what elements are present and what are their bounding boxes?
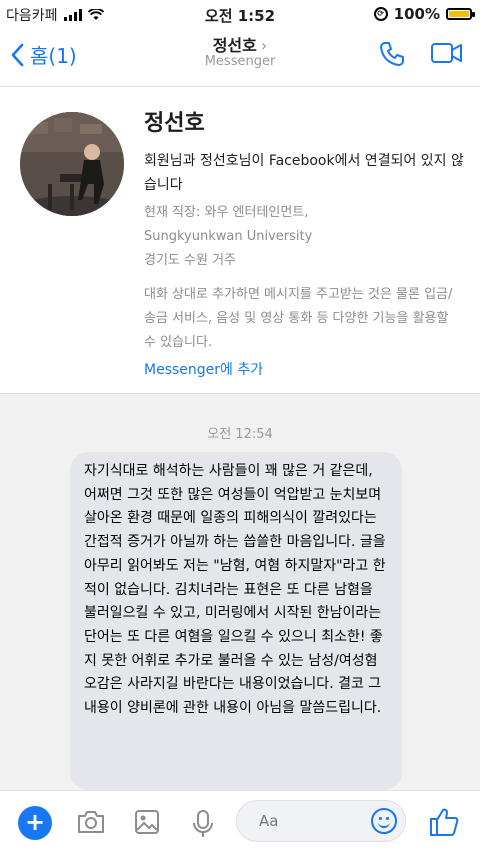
header-actions <box>378 40 464 68</box>
school-line: Sungkyunkwan University <box>144 229 313 244</box>
status-bar: 다음카페 오전 1:52 ⟳ 100% <box>0 0 480 28</box>
thumbs-up-icon[interactable] <box>428 807 460 837</box>
camera-icon[interactable] <box>76 809 106 835</box>
microphone-icon[interactable] <box>192 809 214 839</box>
plus-icon[interactable]: + <box>18 806 52 840</box>
composer-bar: + <box>0 790 480 855</box>
connection-status: 회원님과 정선호님이 Facebook에서 연결되어 있지 않습니다 <box>144 153 464 193</box>
video-camera-icon[interactable] <box>430 40 464 66</box>
chevron-right-icon: › <box>260 36 268 55</box>
battery-icon <box>446 8 475 20</box>
messenger-note: 대화 상대로 추가하면 메시지를 주고받는 것은 물론 입금/송금 서비스, 음… <box>144 287 453 350</box>
message-input[interactable] <box>257 811 361 831</box>
phone-icon[interactable] <box>378 40 406 68</box>
battery-fill <box>449 11 469 17</box>
workplace-line: 현재 직장: 와우 엔터테인먼트, <box>144 205 309 220</box>
image-icon[interactable] <box>134 809 160 835</box>
profile-name: 정선호 <box>144 111 205 136</box>
location-line: 경기도 수원 거주 <box>144 253 236 268</box>
profile-card: 정선호 회원님과 정선호님이 Facebook에서 연결되어 있지 않습니다 현… <box>0 87 480 394</box>
avatar[interactable] <box>20 112 124 216</box>
status-right: ⟳ 100% <box>373 5 475 23</box>
message-field[interactable] <box>236 800 406 842</box>
contact-name: 정선호 <box>212 36 257 55</box>
conversation-header: 홈(1) 정선호 › Messenger <box>0 28 480 87</box>
add-to-messenger-link[interactable]: Messenger에 추가 <box>144 359 263 379</box>
message-bubble[interactable]: 자기식대로 해석하는 사람들이 꽤 많은 거 같은데, 어쩌면 그것 또한 많은… <box>70 452 402 790</box>
orientation-lock-icon: ⟳ <box>373 7 388 21</box>
profile-info: 현재 직장: 와우 엔터테인먼트, Sungkyunkwan Universit… <box>144 201 464 273</box>
message-timestamp: 오전 12:54 <box>207 427 273 442</box>
emoji-icon[interactable] <box>371 808 397 834</box>
battery-percent: 100% <box>393 5 440 23</box>
